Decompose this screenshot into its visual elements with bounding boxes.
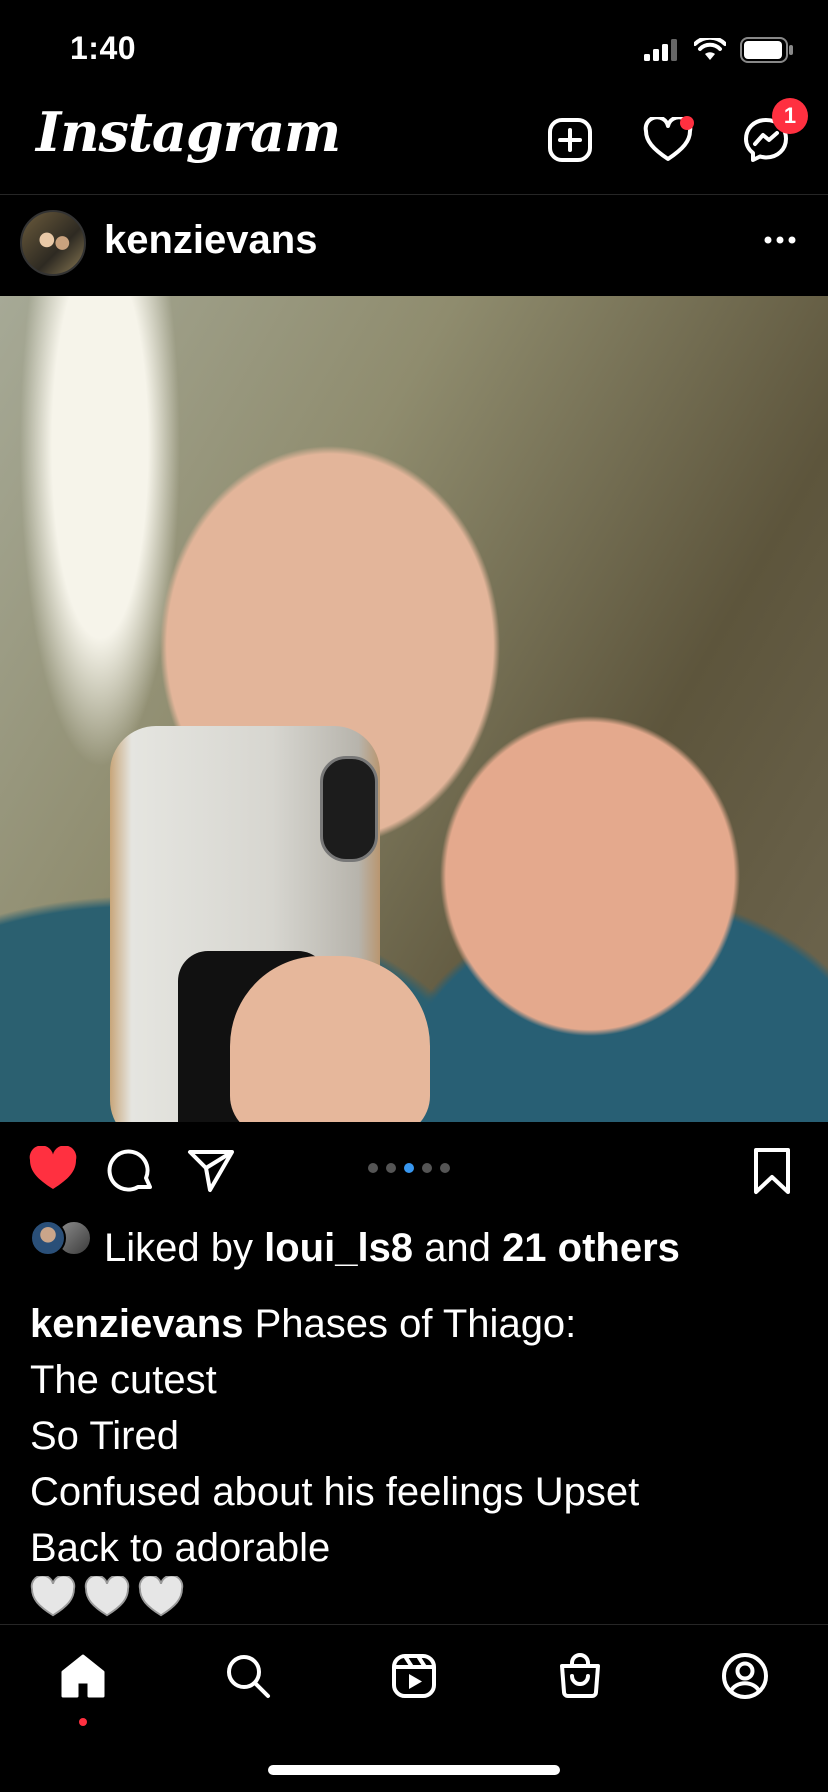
likes-user[interactable]: loui_ls8 [264, 1226, 413, 1270]
carousel-dot [404, 1163, 414, 1173]
carousel-dot [440, 1163, 450, 1173]
white-heart-icon [138, 1576, 184, 1617]
comment-button[interactable] [106, 1146, 158, 1198]
likes-others[interactable]: 21 others [502, 1226, 680, 1270]
like-button[interactable] [28, 1145, 80, 1198]
messages-badge: 1 [772, 98, 808, 134]
carousel-dot [386, 1163, 396, 1173]
search-icon [227, 1655, 271, 1698]
home-icon [61, 1654, 105, 1698]
caption-line: Back to adorable [30, 1526, 331, 1570]
signal-icon [644, 39, 677, 61]
new-post-button[interactable] [542, 112, 598, 168]
activity-dot [680, 116, 694, 130]
avatar[interactable] [20, 210, 86, 276]
carousel-indicator [368, 1163, 450, 1173]
more-options-button[interactable] [758, 222, 802, 258]
heart-fill [29, 1145, 77, 1189]
bottom-nav [0, 1640, 828, 1726]
bookmark-icon [754, 1148, 790, 1194]
shop-icon [559, 1653, 600, 1698]
caption-line: So Tired [30, 1414, 179, 1458]
nav-profile[interactable] [715, 1646, 775, 1706]
status-icons [644, 34, 794, 66]
instagram-logo[interactable]: Instagram [36, 100, 341, 164]
activity-button[interactable] [640, 112, 696, 168]
nav-divider [0, 1624, 828, 1625]
caption-emoji [30, 1576, 184, 1618]
battery-icon [740, 37, 793, 63]
status-time: 1:40 [70, 30, 137, 66]
post-image[interactable] [0, 296, 828, 1122]
caption-line: The cutest [30, 1358, 217, 1402]
liker-avatar [30, 1220, 66, 1256]
caption-title: Phases of Thiago: [254, 1302, 577, 1346]
carousel-dot [422, 1163, 432, 1173]
white-heart-icon [30, 1576, 76, 1617]
caption-username[interactable]: kenzievans [30, 1302, 243, 1346]
heart-filled-icon [29, 1145, 77, 1189]
comment-icon [107, 1149, 152, 1192]
profile-icon [722, 1653, 769, 1699]
home-indicator[interactable] [268, 1765, 560, 1775]
caption: kenzievans Phases of Thiago: The cutest … [30, 1296, 810, 1576]
phone-camera [320, 756, 378, 862]
white-heart-icon [84, 1576, 130, 1617]
share-icon [188, 1150, 234, 1192]
likes-prefix: Liked by [104, 1226, 253, 1270]
post-username[interactable]: kenzievans [104, 218, 317, 263]
nav-reels[interactable] [384, 1646, 444, 1706]
likes-connector: and [424, 1226, 491, 1270]
save-button[interactable] [750, 1146, 802, 1198]
wifi-icon [694, 38, 726, 60]
plus-square-icon [548, 118, 592, 162]
hand-in-photo [230, 956, 430, 1122]
nav-search[interactable] [218, 1646, 278, 1706]
caption-first-line: kenzievans Phases of Thiago: [30, 1296, 810, 1352]
more-icon [764, 236, 796, 244]
header-divider [0, 194, 828, 195]
messenger-button[interactable]: 1 [738, 98, 808, 168]
reels-icon [391, 1654, 436, 1698]
home-active-dot [78, 1718, 87, 1726]
caption-line: Confused about his feelings Upset [30, 1470, 640, 1514]
liked-by-avatars[interactable] [30, 1220, 92, 1256]
carousel-dot [368, 1163, 378, 1173]
likes-line[interactable]: Liked by loui_ls8 and 21 others [104, 1226, 680, 1271]
nav-home[interactable] [53, 1646, 113, 1726]
nav-shop[interactable] [550, 1646, 610, 1706]
share-button[interactable] [186, 1146, 238, 1198]
